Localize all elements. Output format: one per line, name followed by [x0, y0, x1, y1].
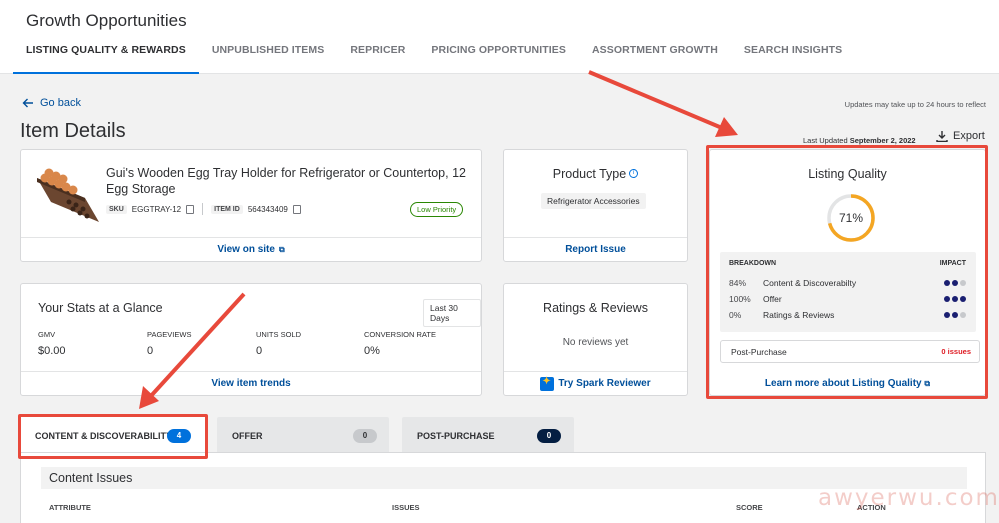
view-item-trends-link[interactable]: View item trends: [21, 371, 481, 395]
copy-icon[interactable]: [186, 204, 195, 214]
export-button[interactable]: Export: [936, 130, 985, 142]
stat-label: CONVERSION RATE: [364, 330, 436, 339]
arrow-head-icon: [715, 117, 738, 137]
download-icon: [936, 131, 948, 142]
arrow-left-icon: [22, 98, 33, 108]
annotation-arrow: [588, 70, 723, 130]
tab-label: POST-PURCHASE: [417, 431, 495, 441]
view-on-site-label: View on site: [217, 244, 275, 255]
product-type-title: Product Type i: [504, 167, 687, 181]
top-bar: Growth Opportunities LISTING QUALITY & R…: [0, 0, 999, 74]
column-issues: ISSUES: [392, 503, 420, 512]
tab-listing-quality[interactable]: LISTING QUALITY & REWARDS: [13, 38, 199, 74]
updates-note: Updates may take up to 24 hours to refle…: [844, 100, 986, 109]
stat-label: GMV: [38, 330, 56, 339]
content-issues-title: Content Issues: [49, 471, 133, 485]
stat-value: 0: [256, 345, 263, 357]
last-updated-date: September 2, 2022: [849, 136, 916, 145]
product-type-card: Product Type i Refrigerator Accessories R…: [503, 149, 688, 262]
product-image: [37, 168, 99, 222]
report-issue-label: Report Issue: [565, 244, 626, 255]
count-badge: 0: [353, 429, 377, 443]
stat-pageviews: PAGEVIEWS 0: [147, 330, 191, 357]
nav-tabs: LISTING QUALITY & REWARDS UNPUBLISHED IT…: [13, 38, 855, 74]
count-badge: 0: [537, 429, 561, 443]
tab-repricer[interactable]: REPRICER: [337, 38, 418, 74]
report-issue-link[interactable]: Report Issue: [504, 237, 687, 261]
tab-label: OFFER: [232, 431, 263, 441]
last-updated: Last Updated September 2, 2022: [803, 136, 916, 145]
stat-value: $0.00: [38, 345, 66, 357]
view-item-trends-label: View item trends: [211, 378, 291, 389]
tab-post-purchase[interactable]: POST-PURCHASE 0: [402, 417, 574, 455]
view-on-site-link[interactable]: View on site ⧉: [21, 237, 481, 261]
tab-search-insights[interactable]: SEARCH INSIGHTS: [731, 38, 855, 74]
spark-reviewer-link[interactable]: Try Spark Reviewer: [504, 371, 687, 395]
stats-card: Your Stats at a Glance Last 30 Days GMV …: [20, 283, 482, 396]
product-type-value: Refrigerator Accessories: [541, 193, 646, 209]
stat-value: 0%: [364, 345, 380, 357]
stat-label: PAGEVIEWS: [147, 330, 192, 339]
sku-value: EGGTRAY-12: [131, 204, 182, 214]
go-back-link[interactable]: Go back: [22, 97, 81, 109]
app-title: Growth Opportunities: [26, 11, 187, 30]
highlight-box: [706, 145, 988, 399]
watermark: awyerwu.com: [818, 485, 999, 511]
external-link-icon: ⧉: [278, 244, 285, 254]
export-label: Export: [953, 130, 985, 142]
last-updated-label: Last Updated: [803, 136, 848, 145]
copy-icon[interactable]: [292, 204, 301, 214]
item-id-label: ITEM ID: [211, 204, 243, 214]
go-back-label: Go back: [40, 97, 81, 109]
tab-pricing-opportunities[interactable]: PRICING OPPORTUNITIES: [418, 38, 579, 74]
stat-units-sold: UNITS SOLD 0: [256, 330, 301, 357]
column-score: SCORE: [736, 503, 763, 512]
info-icon[interactable]: i: [629, 169, 639, 178]
stats-title: Your Stats at a Glance: [38, 301, 163, 315]
product-type-label: Product Type: [552, 167, 627, 181]
sku-label: SKU: [106, 204, 127, 214]
product-name: Gui's Wooden Egg Tray Holder for Refrige…: [106, 166, 466, 196]
page-title: Item Details: [20, 120, 126, 142]
tab-unpublished-items[interactable]: UNPUBLISHED ITEMS: [199, 38, 338, 74]
ratings-empty-text: No reviews yet: [562, 337, 629, 348]
stat-value: 0: [147, 345, 154, 357]
spark-icon: [540, 376, 555, 391]
ratings-card: Ratings & Reviews No reviews yet Try Spa…: [503, 283, 688, 396]
stats-period[interactable]: Last 30 Days: [423, 299, 481, 327]
highlight-box: [18, 414, 208, 459]
stat-conversion-rate: CONVERSION RATE 0%: [364, 330, 436, 357]
product-card: Gui's Wooden Egg Tray Holder for Refrige…: [20, 149, 482, 262]
stat-gmv: GMV $0.00: [38, 330, 66, 357]
tab-assortment-growth[interactable]: ASSORTMENT GROWTH: [579, 38, 731, 74]
tab-offer[interactable]: OFFER 0: [217, 417, 389, 455]
product-meta: SKU EGGTRAY-12 ITEM ID 564343409: [106, 203, 301, 215]
spark-reviewer-label: Try Spark Reviewer: [558, 378, 651, 389]
item-id-value: 564343409: [247, 204, 288, 214]
stat-label: UNITS SOLD: [256, 330, 302, 339]
column-attribute: ATTRIBUTE: [49, 503, 91, 512]
divider: [202, 203, 204, 215]
priority-badge: Low Priority: [410, 202, 464, 217]
ratings-title: Ratings & Reviews: [543, 301, 648, 315]
